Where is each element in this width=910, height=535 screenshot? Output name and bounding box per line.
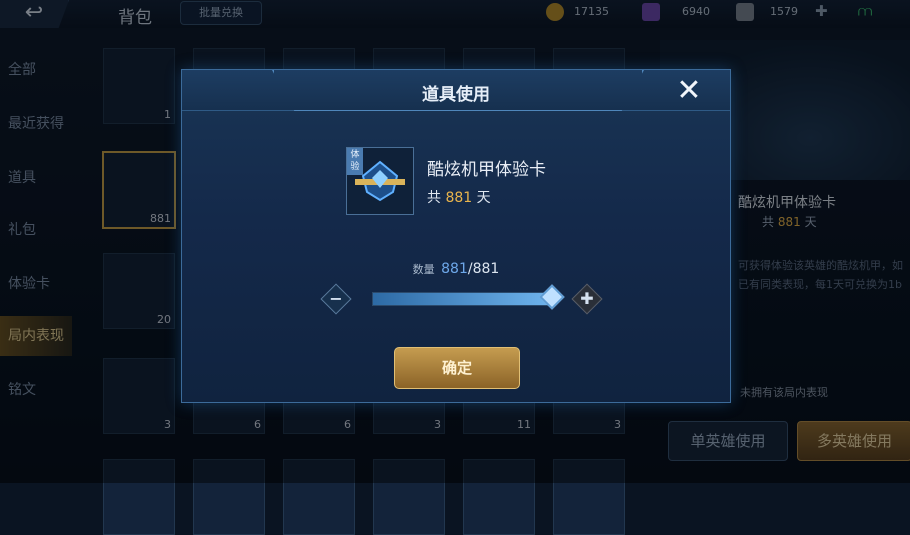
plus-icon: ✚ xyxy=(580,289,594,308)
dialog-header: 道具使用 ✕ xyxy=(182,70,730,111)
decrease-button[interactable]: − xyxy=(320,283,352,315)
quantity-max: 881 xyxy=(472,261,500,277)
item-icon: 体验 xyxy=(346,147,414,215)
quantity-row: 数量 881/881 xyxy=(412,261,500,277)
item-name: 酷炫机甲体验卡 xyxy=(427,160,546,180)
quantity-label: 数量 xyxy=(412,263,435,276)
item-days-suffix: 天 xyxy=(476,190,491,206)
quantity-slider[interactable] xyxy=(372,292,554,306)
quantity-current: 881 xyxy=(441,261,468,277)
item-days: 共 881 天 xyxy=(427,187,491,207)
slider-fill xyxy=(373,293,553,305)
confirm-button[interactable]: 确定 xyxy=(394,347,520,389)
minus-icon: − xyxy=(329,289,343,308)
dialog-title: 道具使用 xyxy=(422,85,490,105)
close-icon: ✕ xyxy=(676,73,702,108)
close-button[interactable]: ✕ xyxy=(674,76,704,106)
increase-button[interactable]: ✚ xyxy=(571,283,603,315)
item-days-value: 881 xyxy=(445,190,473,206)
trial-badge: 体验 xyxy=(347,148,363,175)
item-days-prefix: 共 xyxy=(427,190,441,206)
item-use-dialog: 道具使用 ✕ 体验 酷炫机甲体验卡 共 881 天 数量 881/881 − ✚… xyxy=(181,69,731,403)
